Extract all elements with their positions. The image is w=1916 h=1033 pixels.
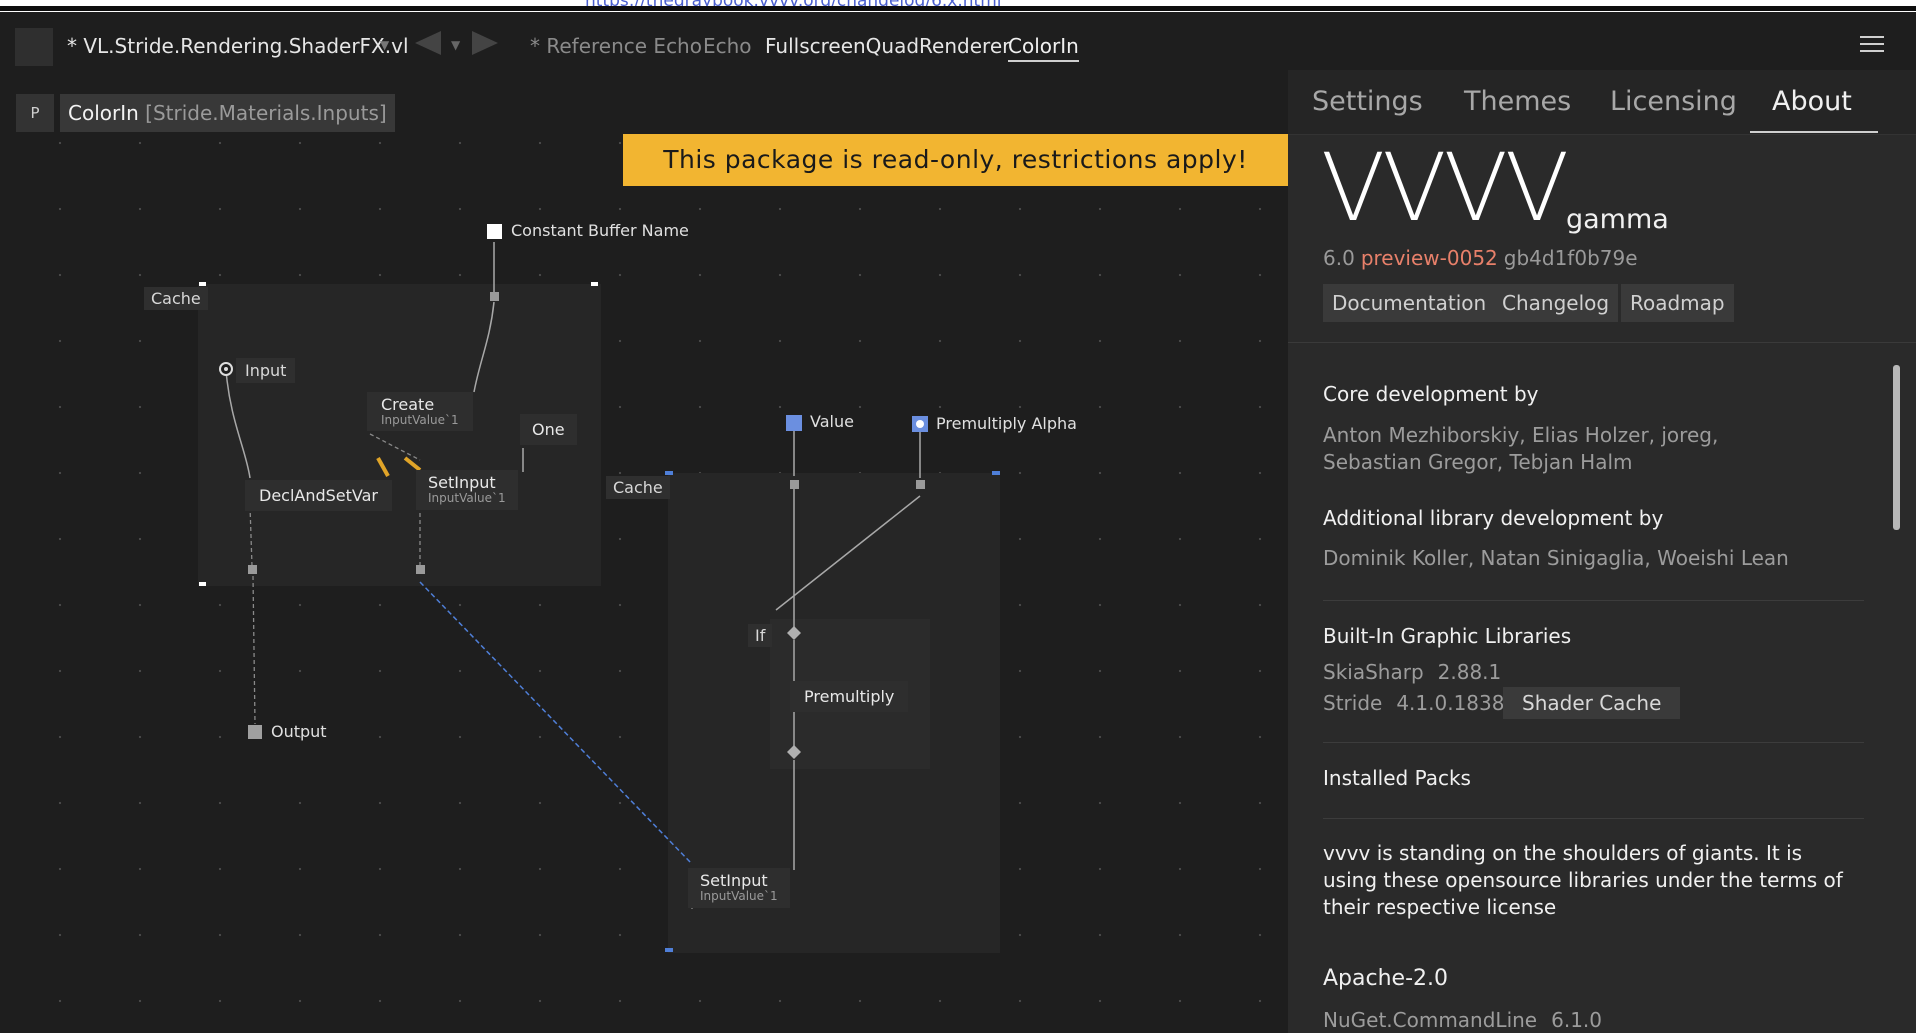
- cache-region-label[interactable]: Cache: [606, 476, 670, 499]
- edition-label: gamma: [1566, 204, 1669, 235]
- lib-name: SkiaSharp: [1323, 660, 1424, 684]
- preview-tag: preview-0052: [1360, 246, 1498, 270]
- node-name: Create: [381, 395, 435, 414]
- nuget-row: NuGet.CommandLine 6.1.0: [1323, 1008, 1602, 1032]
- patch-name: ColorIn: [68, 101, 139, 125]
- premultiply-alpha-pin-icon[interactable]: [912, 416, 928, 432]
- section-divider: [1323, 818, 1864, 819]
- value-pin[interactable]: [786, 415, 802, 431]
- panel-divider: [1288, 342, 1916, 343]
- create-node[interactable]: Create InputValue`1: [367, 392, 473, 431]
- hamburger-menu-icon[interactable]: [1860, 34, 1884, 54]
- additional-dev-heading: Additional library development by: [1323, 506, 1664, 530]
- one-node[interactable]: One: [520, 414, 577, 445]
- if-region-label[interactable]: If: [748, 624, 773, 647]
- license-heading: Apache-2.0: [1323, 966, 1448, 991]
- input-pin-label[interactable]: Input: [236, 358, 296, 383]
- setinput-node[interactable]: SetInput InputValue`1: [416, 470, 518, 510]
- lib-name: NuGet.CommandLine: [1323, 1008, 1538, 1032]
- premultiply-alpha-label: Premultiply Alpha: [936, 414, 1077, 433]
- vvvv-logo: VVVV: [1321, 134, 1569, 243]
- stride-row: Stride 4.1.0.1838: [1323, 690, 1504, 717]
- setinput-node[interactable]: SetInput InputValue`1: [688, 868, 790, 908]
- lib-version: 6.1.0: [1551, 1008, 1603, 1032]
- tab-themes[interactable]: Themes: [1464, 86, 1571, 117]
- input-pin-icon[interactable]: [219, 362, 233, 376]
- readonly-banner: This package is read-only, restrictions …: [623, 134, 1288, 186]
- cache-region-label[interactable]: Cache: [144, 287, 208, 310]
- tab-settings[interactable]: Settings: [1312, 86, 1423, 117]
- changelog-button[interactable]: Changelog: [1493, 284, 1619, 322]
- constant-buffer-label: Constant Buffer Name: [511, 221, 689, 240]
- node-name: SetInput: [700, 871, 768, 890]
- panel-scrollbar[interactable]: [1893, 365, 1900, 530]
- premultiply-node[interactable]: Premultiply: [790, 681, 909, 712]
- version-number: 6.0: [1323, 246, 1355, 270]
- active-tab-indicator: [1750, 131, 1878, 133]
- additional-dev-names: Dominik Koller, Natan Sinigaglia, Woeish…: [1323, 546, 1789, 570]
- graphic-libs-heading: Built-In Graphic Libraries: [1323, 624, 1572, 648]
- skiasharp-row: SkiaSharp 2.88.1: [1323, 659, 1501, 686]
- declandsetvar-node[interactable]: DeclAndSetVar: [245, 480, 393, 511]
- section-divider: [1323, 742, 1864, 743]
- shader-cache-button[interactable]: Shader Cache: [1503, 687, 1681, 719]
- output-pin-label: Output: [271, 722, 327, 741]
- node-subtitle: InputValue`1: [381, 413, 459, 427]
- value-pin-label: Value: [810, 412, 854, 431]
- version-line: 6.0 preview-0052 gb4d1f0b79e: [1323, 246, 1638, 270]
- section-divider: [1323, 600, 1864, 601]
- node-name: SetInput: [428, 473, 496, 492]
- documentation-button[interactable]: Documentation: [1323, 284, 1496, 322]
- patch-namespace: [Stride.Materials.Inputs]: [145, 101, 387, 125]
- output-pin[interactable]: [248, 725, 262, 739]
- node-subtitle: InputValue`1: [428, 491, 506, 505]
- constant-buffer-pin[interactable]: [487, 224, 502, 239]
- panel-tabbar: Settings Themes Licensing About: [1288, 70, 1916, 135]
- opensource-notice: vvvv is standing on the shoulders of gia…: [1323, 841, 1843, 919]
- core-dev-heading: Core development by: [1323, 382, 1539, 406]
- roadmap-button[interactable]: Roadmap: [1621, 284, 1734, 322]
- node-subtitle: InputValue`1: [700, 889, 778, 903]
- tab-licensing[interactable]: Licensing: [1610, 86, 1737, 117]
- core-dev-names: Sebastian Gregor, Tebjan Halm: [1323, 450, 1633, 474]
- lib-version: 4.1.0.1838: [1396, 691, 1505, 715]
- lib-version: 2.88.1: [1437, 660, 1502, 684]
- lib-name: Stride: [1323, 691, 1383, 715]
- build-hash: gb4d1f0b79e: [1503, 246, 1638, 270]
- tab-about[interactable]: About: [1772, 86, 1852, 117]
- installed-packs-heading[interactable]: Installed Packs: [1323, 766, 1471, 790]
- patch-p-button[interactable]: P: [16, 94, 54, 132]
- patch-title: ColorIn [Stride.Materials.Inputs]: [60, 94, 395, 132]
- core-dev-names: Anton Mezhiborskiy, Elias Holzer, joreg,: [1323, 423, 1719, 447]
